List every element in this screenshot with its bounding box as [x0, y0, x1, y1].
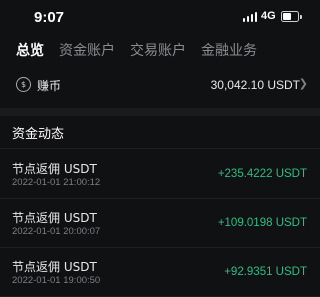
status-bar: 9:07 4G [0, 0, 320, 34]
cellular-signal-icon [243, 12, 257, 22]
account-tabs: 总览 资金账户 交易账户 金融业务 [16, 40, 272, 62]
earn-value: 30,042.10 USDT [210, 78, 300, 92]
transaction-row[interactable]: 节点返佣 USDT 2022-01-01 19:00:50 +92.9351 U… [0, 248, 320, 297]
battery-nub [300, 14, 302, 19]
section-divider [0, 108, 320, 116]
earn-coin-icon: $ [16, 77, 31, 92]
network-type: 4G [261, 10, 276, 22]
transaction-amount: +109.0198 USDT [217, 217, 307, 229]
earn-row[interactable]: $ 赚币 30,042.10 USDT ❯ [0, 72, 320, 98]
tab-trading-account[interactable]: 交易账户 [130, 40, 186, 62]
transaction-row[interactable]: 节点返佣 USDT 2022-01-01 21:00:12 +235.4222 … [0, 150, 320, 199]
transaction-amount: +235.4222 USDT [217, 168, 307, 180]
transaction-title: 节点返佣 USDT [12, 260, 97, 274]
battery-icon [281, 11, 302, 22]
transaction-row[interactable]: 节点返佣 USDT 2022-01-01 20:00:07 +109.0198 … [0, 199, 320, 248]
earn-label: 赚币 [37, 79, 62, 93]
battery-level [283, 13, 292, 20]
transaction-time: 2022-01-01 21:00:12 [12, 177, 101, 188]
transaction-time: 2022-01-01 20:00:07 [12, 226, 101, 237]
section-title: 资金动态 [12, 127, 65, 142]
transaction-amount: +92.9351 USDT [224, 266, 307, 278]
transaction-list: 节点返佣 USDT 2022-01-01 21:00:12 +235.4222 … [0, 150, 320, 297]
status-time: 9:07 [34, 9, 65, 26]
tab-financial-services[interactable]: 金融业务 [201, 40, 257, 62]
tab-funding-account[interactable]: 资金账户 [59, 40, 115, 62]
transaction-time: 2022-01-01 19:00:50 [12, 275, 101, 286]
chevron-right-icon: ❯ [298, 77, 308, 90]
section-separator [0, 148, 320, 149]
transaction-title: 节点返佣 USDT [12, 162, 97, 176]
transaction-title: 节点返佣 USDT [12, 211, 97, 225]
tab-overview[interactable]: 总览 [16, 40, 44, 62]
